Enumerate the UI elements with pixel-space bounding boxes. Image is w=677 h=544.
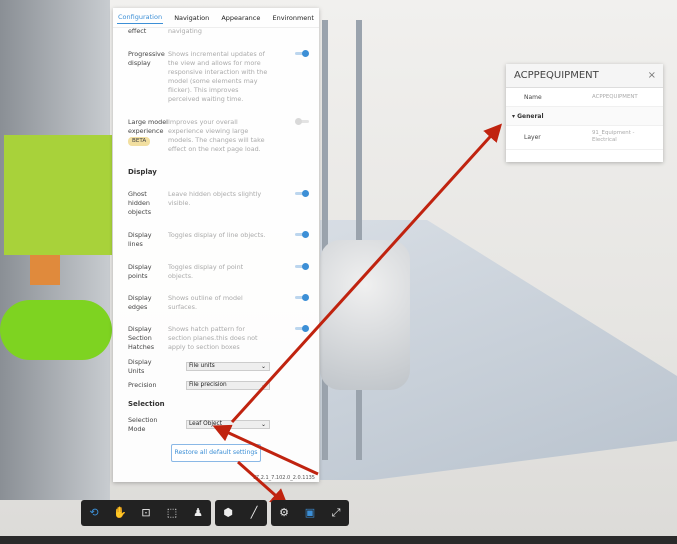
orbit-icon[interactable]: ⟲ <box>87 506 101 520</box>
units-label: Display Units <box>128 358 152 375</box>
selection-heading: Selection <box>128 400 165 408</box>
tab-navigation[interactable]: Navigation <box>173 12 210 24</box>
lines-description: Toggles display of line objects. <box>168 231 266 239</box>
model-green-pipe <box>0 300 112 360</box>
large-model-label-wrap: Large model experience BETA <box>128 118 168 146</box>
lines-label: Display lines <box>128 231 152 248</box>
close-icon[interactable]: × <box>648 70 656 81</box>
precision-select[interactable]: File precision ⌄ <box>186 381 270 390</box>
tab-configuration[interactable]: Configuration <box>117 11 164 24</box>
property-key: Layer <box>524 134 541 141</box>
settings-tabs: Configuration Navigation Appearance Envi… <box>113 8 319 28</box>
group-name: General <box>517 113 544 120</box>
properties-title: ACPPEQUIPMENT <box>514 70 599 81</box>
tab-appearance[interactable]: Appearance <box>220 12 261 24</box>
chevron-down-icon: ⌄ <box>260 421 266 428</box>
points-label: Display points <box>128 263 152 280</box>
model-orange-box <box>30 255 60 285</box>
chevron-down-icon: ⌄ <box>260 382 266 389</box>
precision-label: Precision <box>128 381 157 389</box>
hatches-toggle[interactable] <box>295 325 309 332</box>
ghost-description: Leave hidden objects slightly visible. <box>168 190 262 207</box>
setting-description: navigating <box>168 27 202 35</box>
restore-defaults-button[interactable]: Restore all default settings <box>171 444 261 462</box>
properties-icon[interactable]: ▣ <box>303 506 317 520</box>
pan-icon[interactable]: ✋ <box>113 506 127 520</box>
display-heading: Display <box>128 168 157 176</box>
viewer-toolbar: ⟲ ✋ ⊡ ⬚ ♟ ⬢ ╱ ⚙ ▣ ⤢ <box>81 500 349 526</box>
beta-badge: BETA <box>128 137 151 146</box>
tab-environment[interactable]: Environment <box>271 12 315 24</box>
progressive-display-label: Progressive display <box>128 50 165 67</box>
ghost-toggle[interactable] <box>295 190 309 197</box>
first-person-icon[interactable]: ♟ <box>191 506 205 520</box>
edges-label: Display edges <box>128 294 152 311</box>
progressive-display-toggle[interactable] <box>295 50 309 57</box>
setting-label: effect <box>128 27 147 35</box>
property-value: 91_Equipment - Electrical <box>592 130 635 143</box>
selection-mode-select[interactable]: Leaf Object ⌄ <box>186 420 270 429</box>
points-toggle[interactable] <box>295 263 309 270</box>
selection-mode-label: Selection Mode <box>128 416 158 433</box>
property-key: Name <box>524 94 542 101</box>
model-green-panel <box>4 135 112 255</box>
large-model-description: Improves your overall experience viewing… <box>168 118 265 153</box>
units-select[interactable]: File units ⌄ <box>186 362 270 371</box>
fit-to-view-icon[interactable]: ⊡ <box>139 506 153 520</box>
settings-gear-icon[interactable]: ⚙ <box>277 506 291 520</box>
selection-mode-value: Leaf Object <box>189 421 223 427</box>
group-label: ▾ General <box>512 113 544 120</box>
points-description: Toggles display of point objects. <box>168 263 244 280</box>
edges-description: Shows outline of model surfaces. <box>168 294 243 311</box>
units-value: File units <box>189 363 215 369</box>
edges-toggle[interactable] <box>295 294 309 301</box>
hatches-description: Shows hatch pattern for section planes.t… <box>168 325 258 351</box>
chevron-down-icon: ⌄ <box>260 363 266 370</box>
property-group[interactable]: ▾ General <box>506 107 663 126</box>
fullscreen-icon[interactable]: ⤢ <box>329 506 343 520</box>
explode-model-icon[interactable]: ⬢ <box>221 506 235 520</box>
properties-panel: ACPPEQUIPMENT × Name ACPPEQUIPMENT ▾ Gener… <box>506 64 663 162</box>
lines-toggle[interactable] <box>295 231 309 238</box>
measure-icon[interactable]: ╱ <box>247 506 261 520</box>
large-model-label: Large model experience <box>128 118 168 135</box>
settings-panel: Configuration Navigation Appearance Envi… <box>113 8 319 482</box>
version-label: V7.2.1_7.102.0_2.0.1135 <box>252 475 316 481</box>
ghost-label: Ghost hidden objects <box>128 190 152 216</box>
large-model-toggle[interactable] <box>295 118 309 125</box>
model-pipes <box>320 240 410 390</box>
hatches-label: Display Section Hatches <box>128 325 155 351</box>
zoom-window-icon[interactable]: ⬚ <box>165 506 179 520</box>
precision-value: File precision <box>189 382 227 388</box>
property-value: ACPPEQUIPMENT <box>592 94 638 100</box>
progressive-display-description: Shows incremental updates of the view an… <box>168 50 268 103</box>
taskbar <box>0 536 677 544</box>
